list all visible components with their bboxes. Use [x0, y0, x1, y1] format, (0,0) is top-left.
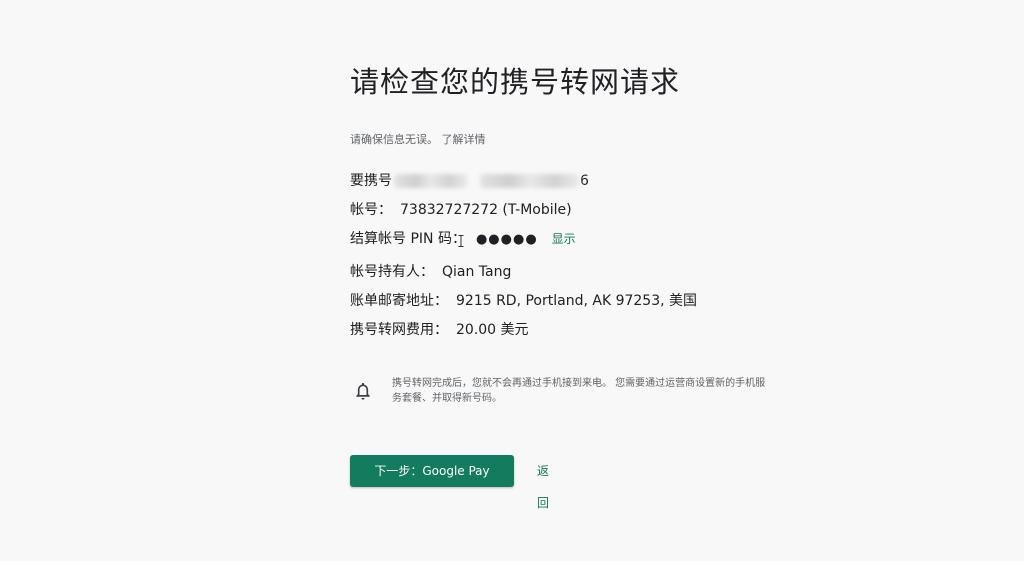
page: 请检查您的携号转网请求 请确保信息无误。 了解详情 要携号 6 帐号： 738327…: [0, 0, 1024, 561]
action-bar: 下一步：Google Pay 返回: [350, 455, 549, 510]
fee-row: 携号转网费用： 20.00 美元: [350, 320, 780, 340]
port-number-trailing: 6: [580, 173, 589, 189]
notice-text: 携号转网完成后，您就不会再通过手机接到来电。 您需要通过运营商设置新的手机服务套…: [392, 378, 766, 404]
redacted-blur: [394, 174, 468, 188]
port-notice: 携号转网完成后，您就不会再通过手机接到来电。 您需要通过运营商设置新的手机服务套…: [350, 376, 770, 406]
holder-row: 帐号持有人： Qian Tang: [350, 262, 780, 282]
port-number-row: 要携号 6: [350, 171, 780, 191]
account-label: 帐号：: [350, 202, 392, 218]
port-number-label: 要携号: [350, 173, 392, 189]
fee-label: 携号转网费用：: [350, 322, 448, 338]
text-cursor-icon: [458, 235, 464, 247]
address-row: 账单邮寄地址： 9215 RD, Portland, AK 97253, 美国: [350, 291, 780, 311]
fee-value: 20.00 美元: [456, 322, 529, 338]
details-list: 要携号 6 帐号： 73832727272 (T-Mobile) 结算帐号 PIN …: [350, 171, 780, 340]
account-row: 帐号： 73832727272 (T-Mobile): [350, 200, 780, 220]
next-google-pay-button[interactable]: 下一步：Google Pay: [350, 455, 514, 487]
holder-value: Qian Tang: [442, 264, 512, 280]
address-label: 账单邮寄地址：: [350, 293, 448, 309]
bell-icon: [356, 382, 370, 400]
holder-label: 帐号持有人：: [350, 264, 434, 280]
account-value: 73832727272 (T-Mobile): [400, 202, 572, 218]
pin-label: 结算帐号 PIN 码：: [350, 231, 466, 247]
page-title: 请检查您的携号转网请求: [350, 65, 681, 99]
pin-value: ●●●●●: [475, 232, 538, 247]
show-pin-button[interactable]: 显示: [552, 229, 576, 249]
page-subtitle: 请确保信息无误。 了解详情: [350, 133, 486, 146]
pin-row: 结算帐号 PIN 码： ●●●●● 显示: [350, 229, 780, 249]
address-value: 9215 RD, Portland, AK 97253, 美国: [456, 293, 698, 309]
redacted-blur: [480, 174, 580, 188]
review-port-request: 请检查您的携号转网请求 请确保信息无误。 了解详情 要携号 6 帐号： 738327…: [350, 62, 780, 510]
back-button[interactable]: 返回: [537, 455, 549, 519]
